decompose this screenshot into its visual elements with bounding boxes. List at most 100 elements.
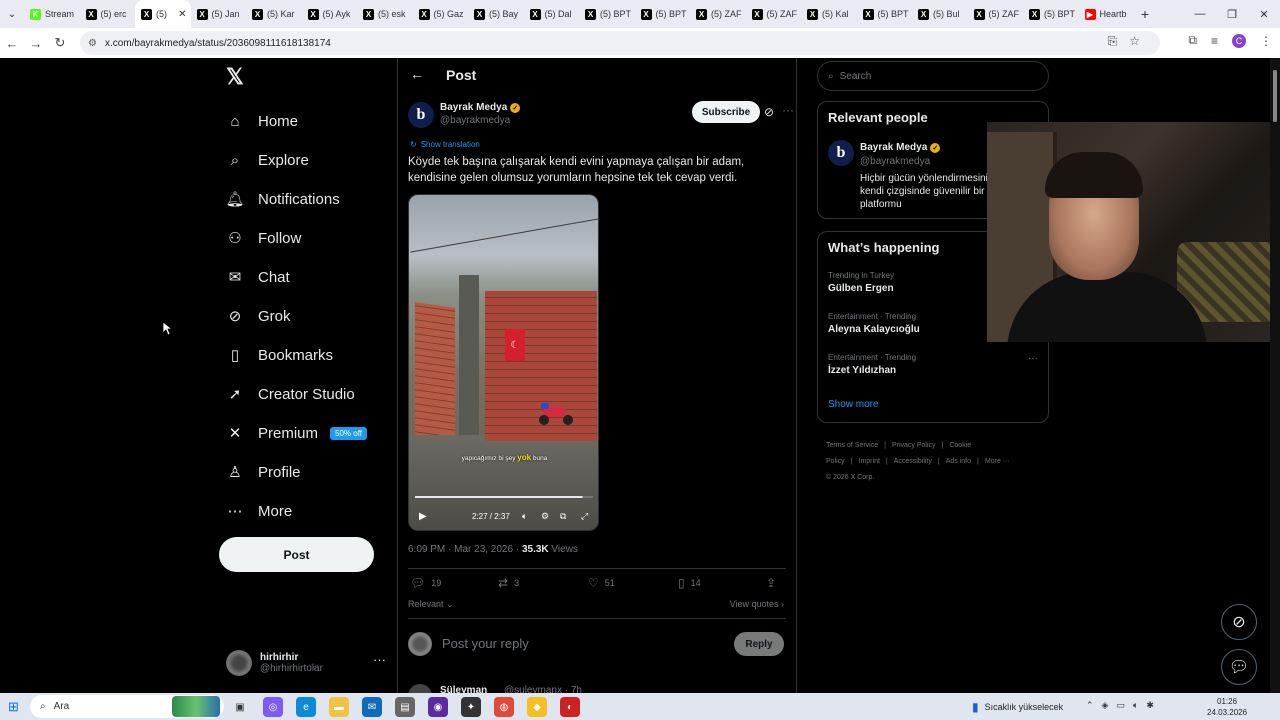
back-button[interactable]: ← <box>0 28 24 58</box>
grok-float-button[interactable]: ⊘ <box>1221 604 1257 640</box>
show-translation-link[interactable]: ↻ Show translation <box>410 140 480 149</box>
account-switcher[interactable]: hirhirhir @hirhirhirtolar ··· <box>226 648 386 678</box>
install-app-icon[interactable]: ⎘ <box>1108 34 1118 49</box>
browser-tab[interactable]: X (5) Kar <box>246 0 302 28</box>
taskbar-search[interactable]: ⌕ Ara <box>30 695 224 718</box>
footer-link[interactable]: Imprint <box>859 458 880 465</box>
new-tab-button[interactable]: + <box>1134 6 1156 22</box>
browser-tab[interactable]: X (5) ZAF <box>746 0 802 28</box>
weather-widget[interactable]: ▮ Sıcaklık yükselecek <box>972 700 1063 714</box>
more-icon[interactable]: ··· <box>782 103 794 117</box>
volume-icon[interactable]: 🔈︎ <box>522 511 527 522</box>
nav-item-more[interactable]: ⋯ More <box>226 496 293 526</box>
restore-button[interactable]: ❐ <box>1216 0 1248 28</box>
more-icon[interactable]: ··· <box>1028 353 1038 364</box>
browser-tab[interactable]: X (5) Gaz <box>413 0 469 28</box>
browser-menu-icon[interactable]: ⋮ <box>1260 34 1272 48</box>
browser-tab[interactable]: X (5) ZAF <box>690 0 746 28</box>
reply-action[interactable]: 💬︎ 19 <box>410 576 441 590</box>
minimize-button[interactable]: — <box>1184 0 1216 28</box>
browser-tab[interactable]: X (5) BPT <box>579 0 635 28</box>
profile-avatar[interactable]: C <box>1232 33 1246 48</box>
close-tab-icon[interactable]: ✕ <box>178 9 186 20</box>
footer-link[interactable]: Accessibility <box>894 458 932 465</box>
reload-button[interactable]: ↻ <box>48 28 72 58</box>
discord-icon[interactable]: ◉ <box>428 697 448 717</box>
app-icon[interactable]: ◆ <box>527 697 547 717</box>
browser-tab[interactable]: X (5) Dal <box>524 0 580 28</box>
nav-item-bookmarks[interactable]: ▯ Bookmarks <box>226 340 333 370</box>
obs-icon[interactable]: ✦ <box>461 697 481 717</box>
nav-item-follow[interactable]: ⚇ Follow <box>226 223 301 253</box>
browser-tab[interactable]: X (5) erc <box>80 0 136 28</box>
browser-tab[interactable]: X (5) BPT <box>635 0 691 28</box>
fullscreen-icon[interactable]: ⤢ <box>581 511 588 522</box>
tray-app-icon[interactable]: ◈ <box>1102 700 1109 711</box>
browser-tab[interactable]: X (5) ✕ <box>135 0 191 28</box>
url-field[interactable]: ⚙ x.com/bayrakmedya/status/2036098111618… <box>80 31 1160 55</box>
scrollbar[interactable] <box>1270 58 1280 693</box>
browser-tab[interactable]: X (5) ZAF <box>968 0 1024 28</box>
nav-item-profile[interactable]: ♙ Profile <box>226 457 300 487</box>
nav-item-home[interactable]: ⌂ Home <box>226 106 298 136</box>
tray-chevron-icon[interactable]: ⌃ <box>1086 700 1094 711</box>
app-icon[interactable]: ◐ <box>560 697 580 717</box>
chrome-icon[interactable]: ◍ <box>494 697 514 717</box>
extensions-icon[interactable]: ⧉ <box>1188 33 1197 48</box>
browser-tab[interactable]: X (5) BPT <box>1023 0 1079 28</box>
grok-icon[interactable]: ⊘ <box>764 105 774 119</box>
sort-replies-dropdown[interactable]: Relevant ⌄ <box>408 599 454 610</box>
trend-item[interactable]: Entertainment · Trending İzzet Yıldızhan… <box>828 353 1038 376</box>
nav-item-notifications[interactable]: 🔔︎ Notifications <box>225 184 339 214</box>
avatar[interactable]: b <box>828 140 854 166</box>
x-logo-icon[interactable]: 𝕏 <box>226 64 246 89</box>
app-icon[interactable]: ▤ <box>395 697 415 717</box>
video-progress-bar[interactable] <box>415 496 593 498</box>
tab-search-button[interactable]: ⌄ <box>0 0 24 28</box>
search-input[interactable]: ⌕ Search <box>817 61 1049 91</box>
view-quotes-link[interactable]: View quotes › <box>730 599 784 609</box>
browser-tab[interactable]: ▶ Heartb <box>1079 0 1135 28</box>
footer-link[interactable]: Privacy Policy <box>892 442 936 449</box>
clock[interactable]: 01:26 24.03.2026 <box>1207 696 1247 718</box>
play-icon[interactable]: ▶ <box>419 511 427 522</box>
relevant-person-name-row[interactable]: Bayrak Medya ✓ <box>860 142 941 153</box>
bookmark-action[interactable]: ▯ 14 <box>678 576 701 590</box>
nav-item-creator-studio[interactable]: ➚ Creator Studio <box>226 379 355 409</box>
nav-item-explore[interactable]: ⌕ Explore <box>226 145 309 175</box>
video-player[interactable]: ☾ yapıcağımız bi şey yok buna ▶ 2:27 / 2… <box>408 194 599 531</box>
back-arrow-icon[interactable]: ← <box>410 66 424 82</box>
nav-item-grok[interactable]: ⊘ Grok <box>226 301 291 331</box>
browser-tab[interactable]: K Stream <box>24 0 80 28</box>
reply-button[interactable]: Reply <box>734 632 784 656</box>
pip-icon[interactable]: ⧉ <box>560 511 566 522</box>
browser-tab[interactable]: X (5) Ayk <box>302 0 358 28</box>
nav-item-chat[interactable]: ✉ Chat <box>226 262 290 292</box>
outlook-icon[interactable]: ✉ <box>362 697 382 717</box>
show-more-link[interactable]: Show more <box>828 399 879 410</box>
browser-tab[interactable]: X (5) Jan <box>191 0 247 28</box>
post-button[interactable]: Post <box>219 537 374 572</box>
forward-button[interactable]: → <box>24 28 48 58</box>
footer-link[interactable]: Terms of Service <box>826 442 878 449</box>
volume-icon[interactable]: 🔈︎ <box>1133 700 1138 711</box>
media-control-icon[interactable]: ≡ <box>1211 34 1218 48</box>
network-icon[interactable]: ▭ <box>1116 700 1125 711</box>
bookmark-star-icon[interactable]: ☆ <box>1129 34 1140 49</box>
file-explorer-icon[interactable]: ▬ <box>329 697 349 717</box>
bluetooth-icon[interactable]: ✱ <box>1146 700 1154 711</box>
settings-icon[interactable]: ⚙ <box>541 511 549 522</box>
windows-start-icon[interactable]: ⊞ <box>8 699 19 715</box>
site-info-icon[interactable]: ⚙ <box>88 38 97 49</box>
browser-tab[interactable]: X (5) Bay <box>468 0 524 28</box>
repost-action[interactable]: ⇄ 3 <box>498 576 519 590</box>
nav-item-premium[interactable]: ✕ Premium 50% off <box>226 418 367 448</box>
subscribe-button[interactable]: Subscribe <box>692 101 760 123</box>
reply-input[interactable]: Post your reply <box>442 636 529 651</box>
browser-tab[interactable]: X (5) Kal <box>801 0 857 28</box>
like-action[interactable]: ♡ 51 <box>588 576 615 590</box>
chat-float-button[interactable]: 💬︎ <box>1221 649 1257 685</box>
author-avatar[interactable]: b <box>408 102 434 128</box>
close-window-button[interactable]: ✕ <box>1248 0 1280 28</box>
browser-tab[interactable]: X (5) esk <box>357 0 413 28</box>
